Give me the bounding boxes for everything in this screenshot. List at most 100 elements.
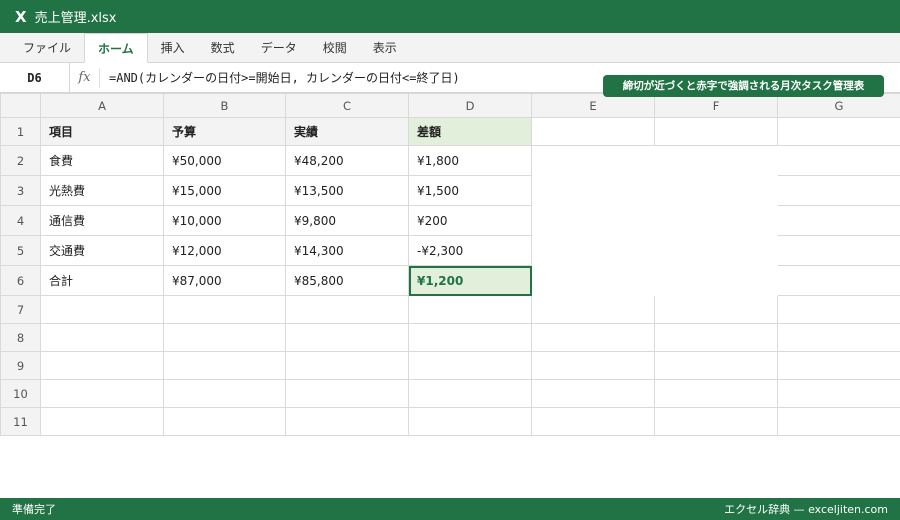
cell[interactable] [163, 407, 286, 436]
cell[interactable] [531, 351, 655, 380]
cell[interactable]: ¥14,300 [285, 235, 409, 266]
cell[interactable] [531, 117, 655, 146]
cell[interactable]: 差額 [408, 117, 532, 146]
cell[interactable] [285, 295, 409, 324]
name-box[interactable]: D6 [0, 62, 70, 93]
tab-home[interactable]: ホーム [84, 33, 148, 63]
row-header[interactable]: 3 [0, 175, 41, 206]
cell[interactable]: ¥1,800 [408, 145, 532, 176]
cell[interactable]: ¥1,500 [408, 175, 532, 206]
cell[interactable] [654, 175, 778, 206]
cell[interactable] [531, 295, 655, 324]
row-header[interactable]: 9 [0, 351, 41, 380]
cell[interactable]: 通信費 [40, 205, 164, 236]
cell[interactable]: ¥200 [408, 205, 532, 236]
cell[interactable]: ¥10,000 [163, 205, 286, 236]
cell[interactable] [40, 295, 164, 324]
fx-icon[interactable]: fx [70, 67, 100, 88]
cell[interactable] [408, 295, 532, 324]
cell[interactable] [531, 235, 655, 266]
column-header[interactable]: D [408, 93, 532, 118]
cell[interactable] [531, 205, 655, 236]
cell[interactable]: ¥15,000 [163, 175, 286, 206]
row-header[interactable]: 8 [0, 323, 41, 352]
column-header[interactable]: G [777, 93, 900, 118]
cell[interactable] [285, 379, 409, 408]
cell[interactable] [777, 205, 900, 236]
cell[interactable] [777, 175, 900, 206]
tab-insert[interactable]: 挿入 [148, 34, 198, 62]
cell[interactable] [777, 295, 900, 324]
cell[interactable]: ¥9,800 [285, 205, 409, 236]
cell[interactable] [163, 323, 286, 352]
cell[interactable] [777, 323, 900, 352]
tab-file[interactable]: ファイル [10, 34, 84, 62]
row-header[interactable]: 5 [0, 235, 41, 266]
cell[interactable] [163, 295, 286, 324]
cell[interactable] [654, 265, 778, 296]
column-header[interactable]: C [285, 93, 409, 118]
cell[interactable]: ¥85,800 [285, 265, 409, 296]
cell[interactable]: ¥50,000 [163, 145, 286, 176]
row-header[interactable]: 10 [0, 379, 41, 408]
tab-data[interactable]: データ [248, 34, 310, 62]
cell[interactable] [654, 295, 778, 324]
cell[interactable] [531, 407, 655, 436]
tab-review[interactable]: 校閲 [310, 34, 360, 62]
cell[interactable] [654, 379, 778, 408]
cell[interactable]: 光熱費 [40, 175, 164, 206]
cell[interactable]: 予算 [163, 117, 286, 146]
cell[interactable]: ¥12,000 [163, 235, 286, 266]
tab-formulas[interactable]: 数式 [198, 34, 248, 62]
cell[interactable] [654, 235, 778, 266]
cell[interactable]: 合計 [40, 265, 164, 296]
cell[interactable] [40, 351, 164, 380]
cell[interactable] [408, 407, 532, 436]
formula-input[interactable]: =AND(カレンダーの日付>=開始日, カレンダーの日付<=終了日) [100, 69, 460, 86]
cell[interactable]: ¥13,500 [285, 175, 409, 206]
column-header[interactable]: B [163, 93, 286, 118]
cell[interactable]: 項目 [40, 117, 164, 146]
cell[interactable] [163, 379, 286, 408]
cell[interactable] [777, 117, 900, 146]
column-header[interactable]: F [654, 93, 778, 118]
cell[interactable] [777, 379, 900, 408]
cell[interactable] [408, 323, 532, 352]
cell[interactable]: -¥2,300 [408, 235, 532, 266]
cell[interactable] [285, 407, 409, 436]
cell[interactable]: 食費 [40, 145, 164, 176]
cell[interactable] [654, 323, 778, 352]
row-header[interactable]: 4 [0, 205, 41, 236]
cell[interactable] [654, 407, 778, 436]
cell[interactable] [654, 351, 778, 380]
row-header[interactable]: 11 [0, 407, 41, 436]
cell[interactable] [777, 235, 900, 266]
cell[interactable] [408, 351, 532, 380]
cell[interactable] [40, 379, 164, 408]
row-header[interactable]: 6 [0, 265, 41, 296]
cell[interactable] [777, 351, 900, 380]
cell[interactable] [40, 407, 164, 436]
column-header[interactable]: E [531, 93, 655, 118]
cell[interactable] [777, 407, 900, 436]
cell[interactable]: ¥87,000 [163, 265, 286, 296]
cell[interactable]: ¥48,200 [285, 145, 409, 176]
cell[interactable]: 実績 [285, 117, 409, 146]
cell[interactable] [531, 265, 655, 296]
cell[interactable] [408, 379, 532, 408]
select-all-corner[interactable] [0, 93, 41, 118]
cell[interactable] [531, 145, 655, 176]
cell[interactable] [777, 265, 900, 296]
row-header[interactable]: 7 [0, 295, 41, 324]
cell[interactable] [654, 145, 778, 176]
cell[interactable] [531, 175, 655, 206]
cell[interactable] [654, 205, 778, 236]
row-header[interactable]: 1 [0, 117, 41, 146]
cell[interactable] [777, 145, 900, 176]
cell[interactable] [531, 379, 655, 408]
cell[interactable]: 交通費 [40, 235, 164, 266]
row-header[interactable]: 2 [0, 145, 41, 176]
tab-view[interactable]: 表示 [360, 34, 410, 62]
cell[interactable] [285, 323, 409, 352]
cell[interactable] [40, 323, 164, 352]
